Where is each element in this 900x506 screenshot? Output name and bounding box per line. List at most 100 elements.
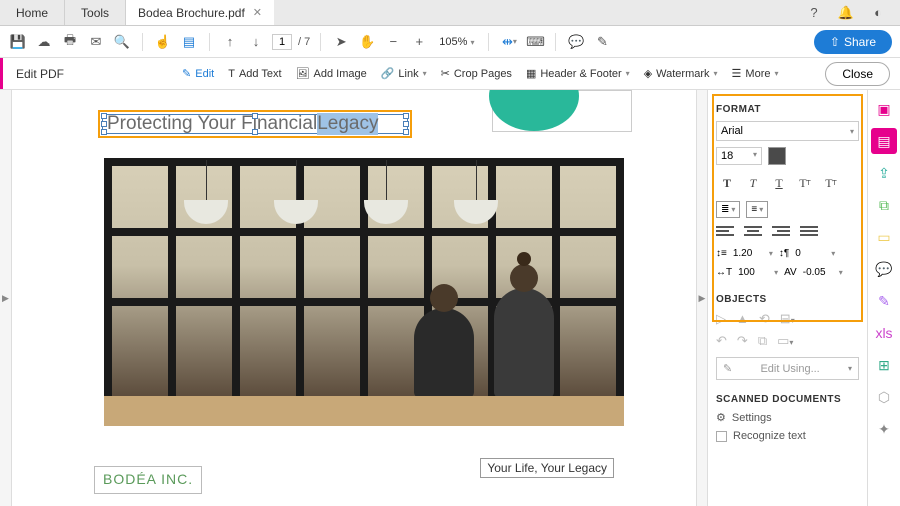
touch-icon[interactable]: ☝ <box>153 32 173 52</box>
rail-create-icon[interactable]: ▣ <box>871 96 897 122</box>
format-heading: FORMAT <box>716 104 859 115</box>
highlight-icon[interactable]: ✎ <box>592 32 612 52</box>
crop-tool[interactable]: ✂ Crop Pages <box>441 67 512 80</box>
mail-icon[interactable]: ✉ <box>86 32 106 52</box>
page-icon[interactable]: ▤ <box>179 32 199 52</box>
line-height-input[interactable] <box>733 248 763 259</box>
watermark-tool[interactable]: ◈ Watermark ▾ <box>644 67 718 80</box>
share-button[interactable]: ⇧ Share <box>814 30 892 54</box>
title-tabs: Home Tools Bodea Brochure.pdf ✕ ? 🔔 ◐ <box>0 0 900 26</box>
underline-button[interactable]: T <box>768 173 790 193</box>
align-right-button[interactable] <box>772 226 790 240</box>
footer-text-box[interactable]: Your Life, Your Legacy <box>480 458 614 478</box>
rail-export-icon[interactable]: ⇪ <box>871 160 897 186</box>
page-up-icon[interactable]: ↑ <box>220 32 240 52</box>
cloud-icon[interactable]: ☁ <box>34 32 54 52</box>
edit-tool[interactable]: ✎ Edit <box>182 67 214 80</box>
rotate-left-icon[interactable]: ↶ <box>716 333 727 349</box>
search-icon[interactable]: 🔍 <box>112 32 132 52</box>
crop-icon[interactable]: ⧉ <box>758 333 767 349</box>
tab-home[interactable]: Home <box>0 0 65 25</box>
zoom-in-icon[interactable]: + <box>409 32 429 52</box>
flip-v-icon[interactable]: ▲ <box>736 311 749 327</box>
close-button[interactable]: Close <box>825 62 890 86</box>
zoom-dropdown[interactable]: 105% ▾ <box>435 34 478 50</box>
right-rail-collapse[interactable]: ▶ <box>696 90 708 506</box>
para-spacing-input[interactable] <box>795 248 825 259</box>
tab-document[interactable]: Bodea Brochure.pdf ✕ <box>126 0 274 25</box>
bold-button[interactable]: T <box>716 173 738 193</box>
rail-edit-icon[interactable]: ▤ <box>871 128 897 154</box>
align-center-button[interactable] <box>744 226 762 240</box>
hscale-icon: ↔T <box>716 267 732 278</box>
recognize-text-checkbox[interactable]: Recognize text <box>716 430 859 442</box>
fit-width-icon[interactable]: ⇹▾ <box>499 32 519 52</box>
scanned-heading: SCANNED DOCUMENTS <box>716 394 859 405</box>
main-toolbar: 💾 ☁ 🖶 ✉ 🔍 ☝ ▤ ↑ ↓ / 7 ➤ ✋ − + 105% ▾ ⇹▾ … <box>0 26 900 58</box>
hand-icon[interactable]: ✋ <box>357 32 377 52</box>
page-total: / 7 <box>298 36 310 48</box>
tab-document-label: Bodea Brochure.pdf <box>138 6 245 20</box>
italic-button[interactable]: T <box>742 173 764 193</box>
heading-text-selected: Legacy <box>317 113 378 135</box>
rail-protect-icon[interactable]: ⬡ <box>871 384 897 410</box>
read-mode-icon[interactable]: ⌨ <box>525 32 545 52</box>
pointer-icon[interactable]: ➤ <box>331 32 351 52</box>
font-color-swatch[interactable] <box>768 147 786 165</box>
edit-using-dropdown[interactable]: ✎ Edit Using...▾ <box>716 357 859 380</box>
edit-toolbar: Edit PDF ✎ Edit T Add Text 🖼 Add Image 🔗… <box>0 58 900 90</box>
para-spacing-icon: ↕¶ <box>779 248 789 259</box>
add-image-tool[interactable]: 🖼 Add Image <box>296 67 367 80</box>
tracking-icon: AV <box>784 267 797 278</box>
document-canvas[interactable]: Protecting Your Financial Legacy 🖼 <box>12 90 696 506</box>
account-icon[interactable]: ◐ <box>868 3 888 23</box>
align-left-button[interactable] <box>716 226 734 240</box>
rail-more-icon[interactable]: ✦ <box>871 416 897 442</box>
flip-h-icon[interactable]: ▷ <box>716 311 726 327</box>
align-justify-button[interactable] <box>800 226 818 240</box>
comment-icon[interactable]: 💬 <box>566 32 586 52</box>
subscript-button[interactable]: TT <box>820 173 842 193</box>
rotate-right-icon[interactable]: ↷ <box>737 333 748 349</box>
left-rail[interactable]: ▶ <box>0 90 12 506</box>
rail-comment-icon[interactable]: ▭ <box>871 224 897 250</box>
page-number-input[interactable] <box>272 34 292 50</box>
font-dropdown[interactable]: Arial▾ <box>716 121 859 141</box>
rail-organize-icon[interactable]: ⧉ <box>871 192 897 218</box>
arrange-icon[interactable]: ⊟▾ <box>780 311 795 327</box>
text-edit-selection[interactable]: Protecting Your Financial Legacy <box>98 110 412 138</box>
close-icon[interactable]: ✕ <box>253 6 262 19</box>
link-tool[interactable]: 🔗 Link ▾ <box>381 67 427 80</box>
settings-row[interactable]: ⚙ Settings <box>716 411 859 424</box>
page-down-icon[interactable]: ↓ <box>246 32 266 52</box>
tracking-input[interactable] <box>803 267 833 278</box>
tab-tools[interactable]: Tools <box>65 0 126 25</box>
rotate-ccw-icon[interactable]: ⟲ <box>759 311 770 327</box>
bell-icon[interactable]: 🔔 <box>836 3 856 23</box>
bullet-list-button[interactable]: ≣▾ <box>716 201 740 218</box>
tools-rail: ▣ ▤ ⇪ ⧉ ▭ 💬 ✎ xls ⊞ ⬡ ✦ <box>868 90 900 506</box>
rail-redact-icon[interactable]: xls <box>871 320 897 346</box>
number-list-button[interactable]: ≡▾ <box>746 201 768 218</box>
zoom-out-icon[interactable]: − <box>383 32 403 52</box>
rail-fill-sign-icon[interactable]: 💬 <box>871 256 897 282</box>
save-icon[interactable]: 💾 <box>8 32 28 52</box>
hscale-input[interactable] <box>738 267 768 278</box>
superscript-button[interactable]: TT <box>794 173 816 193</box>
logo-box[interactable]: BODÉA INC. <box>94 466 202 494</box>
image-object[interactable]: 🖼 <box>104 158 624 426</box>
help-icon[interactable]: ? <box>804 3 824 23</box>
more-tool[interactable]: ☰ More ▾ <box>732 67 779 80</box>
header-footer-tool[interactable]: ▦ Header & Footer ▾ <box>526 67 630 80</box>
print-icon[interactable]: 🖶 <box>60 32 80 52</box>
line-height-icon: ↕≡ <box>716 248 727 259</box>
replace-icon[interactable]: ▭▾ <box>777 333 793 349</box>
heading-text: Protecting Your Financial <box>107 113 317 135</box>
graphic-object[interactable] <box>492 90 632 132</box>
font-size-dropdown[interactable]: 18▾ <box>716 147 762 165</box>
add-text-tool[interactable]: T Add Text <box>228 68 281 80</box>
chevron-right-icon: ▶ <box>2 293 9 304</box>
edit-pdf-label: Edit PDF <box>16 67 64 81</box>
rail-sign-icon[interactable]: ✎ <box>871 288 897 314</box>
rail-optimize-icon[interactable]: ⊞ <box>871 352 897 378</box>
